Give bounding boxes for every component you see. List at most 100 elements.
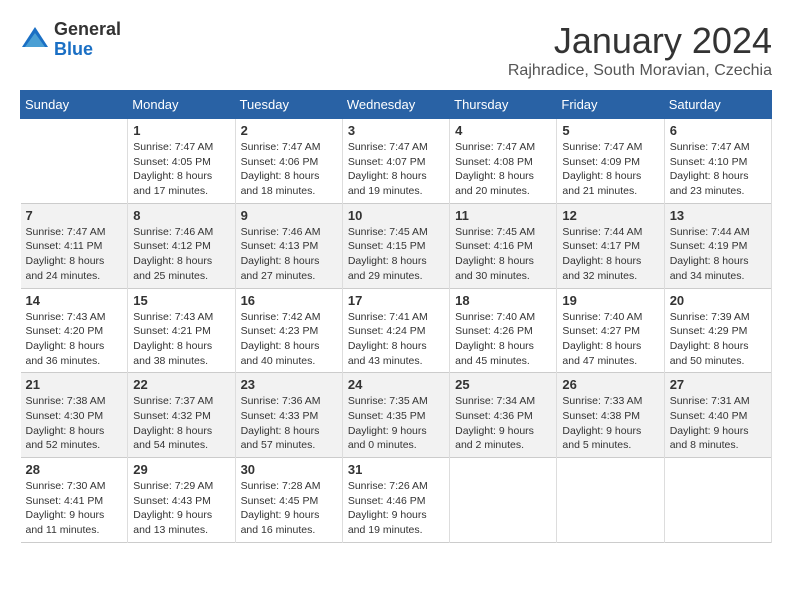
weekday-header-monday: Monday — [128, 91, 235, 119]
day-info: Sunrise: 7:43 AMSunset: 4:20 PMDaylight:… — [26, 310, 123, 369]
day-number: 4 — [455, 123, 551, 138]
calendar-cell: 10 Sunrise: 7:45 AMSunset: 4:15 PMDayligh… — [342, 203, 449, 288]
day-info: Sunrise: 7:34 AMSunset: 4:36 PMDaylight:… — [455, 394, 551, 453]
calendar-week-row: 7 Sunrise: 7:47 AMSunset: 4:11 PMDaylight… — [21, 203, 772, 288]
calendar-cell: 29 Sunrise: 7:29 AMSunset: 4:43 PMDayligh… — [128, 458, 235, 543]
day-info: Sunrise: 7:45 AMSunset: 4:15 PMDaylight:… — [348, 225, 444, 284]
day-info: Sunrise: 7:39 AMSunset: 4:29 PMDaylight:… — [670, 310, 766, 369]
calendar-cell: 25Sunrise: 7:34 AMSunset: 4:36 PMDayligh… — [450, 373, 557, 458]
day-number: 30 — [241, 462, 337, 477]
day-number: 15 — [133, 293, 229, 308]
calendar-cell: 17 Sunrise: 7:41 AMSunset: 4:24 PMDayligh… — [342, 288, 449, 373]
calendar-cell: 16 Sunrise: 7:42 AMSunset: 4:23 PMDayligh… — [235, 288, 342, 373]
day-number: 27 — [670, 377, 766, 392]
day-number: 16 — [241, 293, 337, 308]
day-number: 23 — [241, 377, 337, 392]
day-number: 12 — [562, 208, 658, 223]
day-info: Sunrise: 7:28 AMSunset: 4:45 PMDaylight:… — [241, 479, 337, 538]
day-number: 10 — [348, 208, 444, 223]
calendar-week-row: 1 Sunrise: 7:47 AMSunset: 4:05 PMDaylight… — [21, 119, 772, 204]
calendar-cell: 12 Sunrise: 7:44 AMSunset: 4:17 PMDayligh… — [557, 203, 664, 288]
day-info: Sunrise: 7:26 AMSunset: 4:46 PMDaylight:… — [348, 479, 444, 538]
calendar-cell: 20 Sunrise: 7:39 AMSunset: 4:29 PMDayligh… — [664, 288, 771, 373]
day-info: Sunrise: 7:42 AMSunset: 4:23 PMDaylight:… — [241, 310, 337, 369]
logo: General Blue — [20, 20, 121, 60]
calendar-cell: 11 Sunrise: 7:45 AMSunset: 4:16 PMDayligh… — [450, 203, 557, 288]
day-info: Sunrise: 7:44 AMSunset: 4:19 PMDaylight:… — [670, 225, 766, 284]
logo-general: General — [54, 20, 121, 40]
calendar-cell: 4 Sunrise: 7:47 AMSunset: 4:08 PMDaylight… — [450, 119, 557, 204]
location: Rajhradice, South Moravian, Czechia — [508, 62, 772, 80]
day-info: Sunrise: 7:47 AMSunset: 4:08 PMDaylight:… — [455, 140, 551, 199]
calendar-week-row: 21 Sunrise: 7:38 AMSunset: 4:30 PMDayligh… — [21, 373, 772, 458]
calendar-cell: 1 Sunrise: 7:47 AMSunset: 4:05 PMDaylight… — [128, 119, 235, 204]
calendar-cell: 23 Sunrise: 7:36 AMSunset: 4:33 PMDayligh… — [235, 373, 342, 458]
calendar-cell: 7 Sunrise: 7:47 AMSunset: 4:11 PMDaylight… — [21, 203, 128, 288]
day-number: 8 — [133, 208, 229, 223]
day-info: Sunrise: 7:40 AMSunset: 4:27 PMDaylight:… — [562, 310, 658, 369]
calendar-cell: 14 Sunrise: 7:43 AMSunset: 4:20 PMDayligh… — [21, 288, 128, 373]
weekday-header-saturday: Saturday — [664, 91, 771, 119]
calendar-cell: 18Sunrise: 7:40 AMSunset: 4:26 PMDayligh… — [450, 288, 557, 373]
day-info: Sunrise: 7:47 AMSunset: 4:11 PMDaylight:… — [26, 225, 123, 284]
calendar-cell: 31 Sunrise: 7:26 AMSunset: 4:46 PMDayligh… — [342, 458, 449, 543]
day-info: Sunrise: 7:46 AMSunset: 4:12 PMDaylight:… — [133, 225, 229, 284]
calendar-cell — [450, 458, 557, 543]
day-info: Sunrise: 7:47 AMSunset: 4:05 PMDaylight:… — [133, 140, 229, 199]
day-number: 1 — [133, 123, 229, 138]
weekday-header-wednesday: Wednesday — [342, 91, 449, 119]
day-number: 7 — [26, 208, 123, 223]
day-info: Sunrise: 7:47 AMSunset: 4:10 PMDaylight:… — [670, 140, 766, 199]
logo-text: General Blue — [54, 20, 121, 60]
weekday-header-tuesday: Tuesday — [235, 91, 342, 119]
day-info: Sunrise: 7:47 AMSunset: 4:09 PMDaylight:… — [562, 140, 658, 199]
day-number: 3 — [348, 123, 444, 138]
day-number: 6 — [670, 123, 766, 138]
calendar-cell: 19 Sunrise: 7:40 AMSunset: 4:27 PMDayligh… — [557, 288, 664, 373]
calendar-cell: 2 Sunrise: 7:47 AMSunset: 4:06 PMDaylight… — [235, 119, 342, 204]
day-number: 18 — [455, 293, 551, 308]
day-info: Sunrise: 7:45 AMSunset: 4:16 PMDaylight:… — [455, 225, 551, 284]
calendar-table: SundayMondayTuesdayWednesdayThursdayFrid… — [20, 90, 772, 543]
day-number: 14 — [26, 293, 123, 308]
calendar-cell — [557, 458, 664, 543]
day-info: Sunrise: 7:36 AMSunset: 4:33 PMDaylight:… — [241, 394, 337, 453]
day-number: 31 — [348, 462, 444, 477]
day-info: Sunrise: 7:47 AMSunset: 4:07 PMDaylight:… — [348, 140, 444, 199]
day-number: 11 — [455, 208, 551, 223]
calendar-cell: 9Sunrise: 7:46 AMSunset: 4:13 PMDaylight… — [235, 203, 342, 288]
weekday-header-row: SundayMondayTuesdayWednesdayThursdayFrid… — [21, 91, 772, 119]
weekday-header-sunday: Sunday — [21, 91, 128, 119]
day-info: Sunrise: 7:30 AMSunset: 4:41 PMDaylight:… — [26, 479, 123, 538]
day-info: Sunrise: 7:35 AMSunset: 4:35 PMDaylight:… — [348, 394, 444, 453]
day-info: Sunrise: 7:38 AMSunset: 4:30 PMDaylight:… — [26, 394, 123, 453]
calendar-cell: 5Sunrise: 7:47 AMSunset: 4:09 PMDaylight… — [557, 119, 664, 204]
day-info: Sunrise: 7:41 AMSunset: 4:24 PMDaylight:… — [348, 310, 444, 369]
day-number: 21 — [26, 377, 123, 392]
day-number: 28 — [26, 462, 123, 477]
day-number: 29 — [133, 462, 229, 477]
calendar-cell: 28 Sunrise: 7:30 AMSunset: 4:41 PMDayligh… — [21, 458, 128, 543]
day-info: Sunrise: 7:33 AMSunset: 4:38 PMDaylight:… — [562, 394, 658, 453]
page-header: General Blue January 2024 Rajhradice, So… — [20, 20, 772, 80]
day-number: 19 — [562, 293, 658, 308]
calendar-cell: 8 Sunrise: 7:46 AMSunset: 4:12 PMDaylight… — [128, 203, 235, 288]
day-info: Sunrise: 7:37 AMSunset: 4:32 PMDaylight:… — [133, 394, 229, 453]
logo-icon — [20, 25, 50, 55]
day-number: 24 — [348, 377, 444, 392]
day-info: Sunrise: 7:47 AMSunset: 4:06 PMDaylight:… — [241, 140, 337, 199]
calendar-cell: 6 Sunrise: 7:47 AMSunset: 4:10 PMDaylight… — [664, 119, 771, 204]
title-block: January 2024 Rajhradice, South Moravian,… — [508, 20, 772, 80]
calendar-cell: 24 Sunrise: 7:35 AMSunset: 4:35 PMDayligh… — [342, 373, 449, 458]
day-info: Sunrise: 7:44 AMSunset: 4:17 PMDaylight:… — [562, 225, 658, 284]
day-number: 2 — [241, 123, 337, 138]
day-number: 17 — [348, 293, 444, 308]
day-info: Sunrise: 7:29 AMSunset: 4:43 PMDaylight:… — [133, 479, 229, 538]
day-number: 22 — [133, 377, 229, 392]
month-title: January 2024 — [508, 20, 772, 62]
weekday-header-thursday: Thursday — [450, 91, 557, 119]
calendar-cell: 26Sunrise: 7:33 AMSunset: 4:38 PMDayligh… — [557, 373, 664, 458]
day-number: 20 — [670, 293, 766, 308]
calendar-cell — [664, 458, 771, 543]
day-number: 9 — [241, 208, 337, 223]
